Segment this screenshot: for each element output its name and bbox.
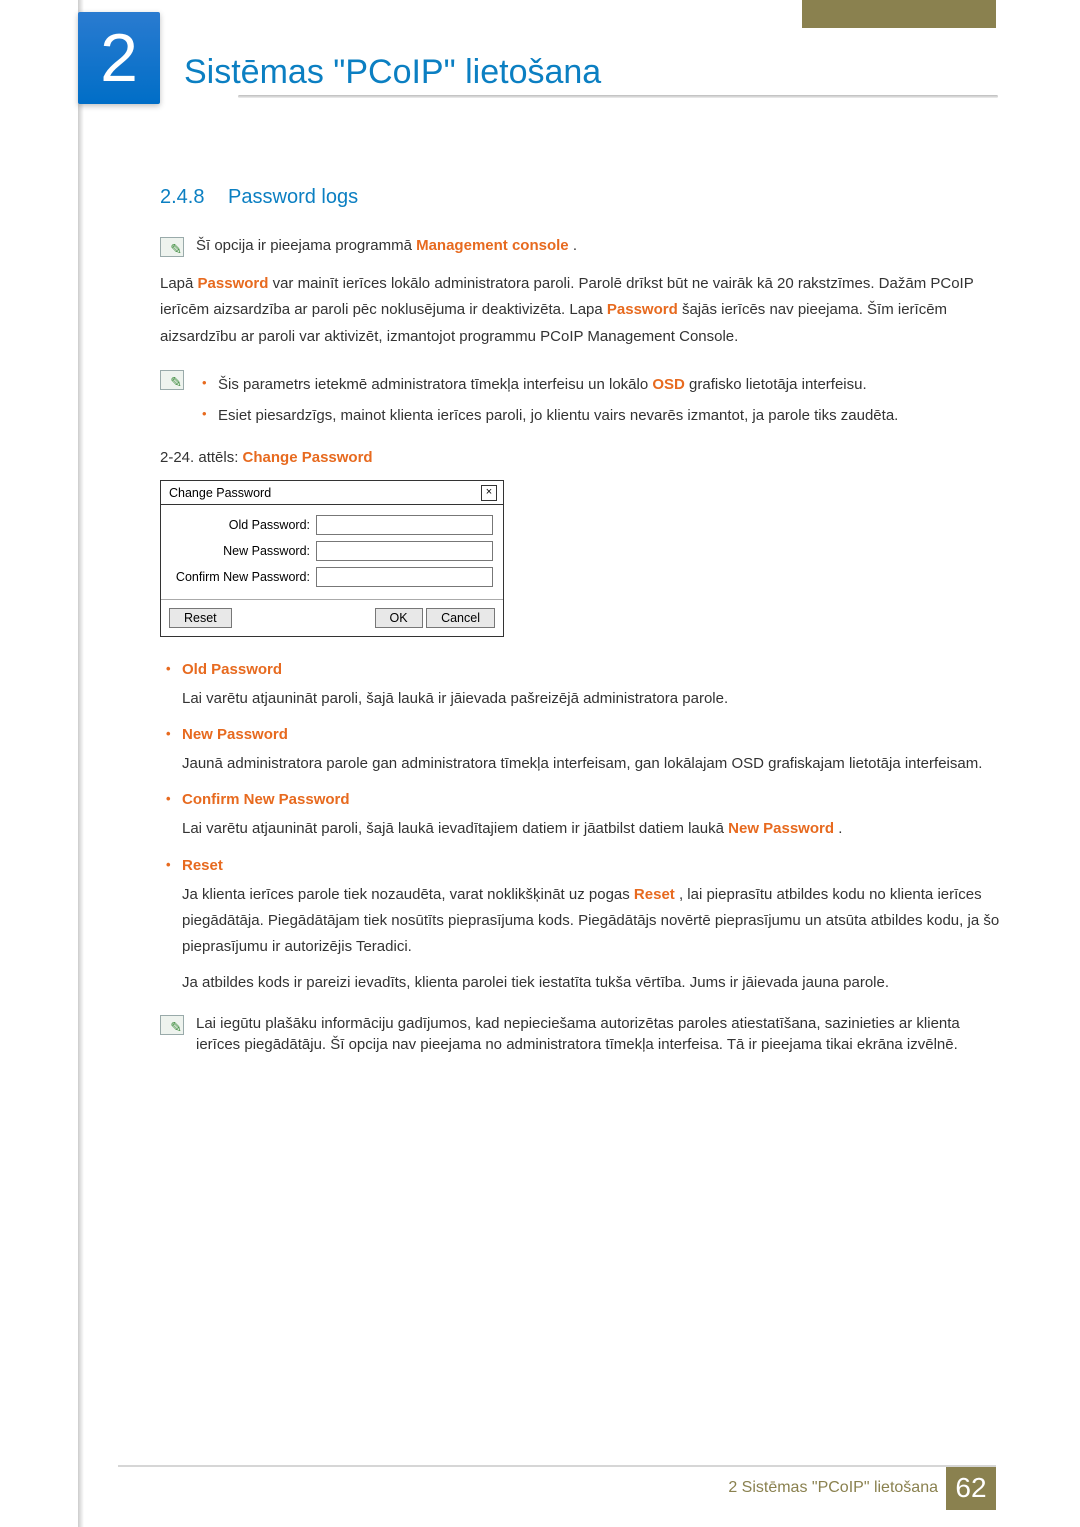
item-title: Old Password	[160, 661, 282, 678]
fig-label-a: 2-24. attēls:	[160, 449, 243, 466]
desc-c: Ja atbildes kods ir pareizi ievadīts, kl…	[182, 970, 1000, 996]
chapter-underline	[238, 95, 998, 98]
page-number-badge: 62	[946, 1466, 996, 1510]
warn-a: Šis parametrs ietekmē administratora tīm…	[218, 376, 652, 393]
left-accent	[78, 0, 88, 1527]
page-number: 62	[955, 1472, 986, 1504]
cancel-button[interactable]: Cancel	[426, 608, 495, 628]
section-heading: 2.4.8 Password logs	[160, 186, 1000, 209]
note-body: Šis parametrs ietekmē administratora tīm…	[196, 368, 1000, 435]
main-paragraph: Lapā Password var mainīt ierīces lokālo …	[160, 271, 1000, 350]
old-password-input[interactable]	[316, 515, 493, 535]
item-title: Confirm New Password	[160, 791, 350, 808]
new-password-label: New Password:	[171, 544, 316, 558]
item-title: Reset	[160, 857, 223, 874]
item-new-password: New Password Jaunā administratora parole…	[160, 726, 1000, 777]
item-title: New Password	[160, 726, 288, 743]
section-title: Password logs	[228, 186, 358, 208]
warning-item: Šis parametrs ietekmē administratora tīm…	[196, 372, 1000, 398]
field-descriptions: Old Password Lai varētu atjaunināt parol…	[160, 661, 1000, 997]
note-contact-supplier: Lai iegūtu plašāku informāciju gadījumos…	[160, 1013, 1000, 1057]
dialog-row-new: New Password:	[171, 541, 493, 561]
dialog-title: Change Password	[169, 486, 271, 500]
dialog-buttons: Reset OK Cancel	[161, 600, 503, 636]
chapter-number: 2	[100, 19, 138, 97]
password-term: Password	[198, 275, 269, 292]
confirm-password-input[interactable]	[316, 567, 493, 587]
note-text-suffix: .	[573, 237, 577, 254]
page-content: 2.4.8 Password logs Šī opcija ir pieejam…	[160, 186, 1000, 1070]
management-console-term: Management console	[416, 237, 569, 254]
reset-term: Reset	[634, 886, 675, 903]
close-icon[interactable]: ×	[481, 485, 497, 501]
figure-caption: 2-24. attēls: Change Password	[160, 449, 1000, 466]
dialog-row-confirm: Confirm New Password:	[171, 567, 493, 587]
item-desc: Jaunā administratora parole gan administ…	[160, 751, 1000, 777]
item-confirm-password: Confirm New Password Lai varētu atjaunin…	[160, 791, 1000, 842]
dialog-body: Old Password: New Password: Confirm New …	[161, 505, 503, 600]
note-icon	[160, 1015, 184, 1035]
item-desc: Ja klienta ierīces parole tiek nozaudēta…	[160, 882, 1000, 997]
confirm-password-label: Confirm New Password:	[171, 570, 316, 584]
note-text-prefix: Šī opcija ir pieejama programmā	[196, 237, 416, 254]
desc-a: Jaunā administratora parole gan administ…	[182, 755, 982, 772]
change-password-dialog: Change Password × Old Password: New Pass…	[160, 480, 504, 637]
note-icon	[160, 370, 184, 390]
chapter-number-box: 2	[78, 12, 160, 104]
desc-a: Lai varētu atjaunināt paroli, šajā laukā…	[182, 690, 728, 707]
warn-text: Esiet piesardzīgs, mainot klienta ierīce…	[218, 407, 898, 424]
warning-item: Esiet piesardzīgs, mainot klienta ierīce…	[196, 403, 1000, 429]
note-body: Lai iegūtu plašāku informāciju gadījumos…	[196, 1013, 1000, 1057]
note-icon	[160, 237, 184, 257]
ok-button[interactable]: OK	[375, 608, 423, 628]
footer-line	[118, 1465, 996, 1467]
osd-term: OSD	[652, 376, 685, 393]
note-warnings: Šis parametrs ietekmē administratora tīm…	[160, 368, 1000, 435]
password-term-2: Password	[607, 301, 678, 318]
warn-b: grafisko lietotāja interfeisu.	[689, 376, 867, 393]
reset-button[interactable]: Reset	[169, 608, 232, 628]
note-management-console: Šī opcija ir pieejama programmā Manageme…	[160, 235, 1000, 257]
item-old-password: Old Password Lai varētu atjaunināt parol…	[160, 661, 1000, 712]
desc-b: .	[838, 820, 842, 837]
old-password-label: Old Password:	[171, 518, 316, 532]
footer-text: 2 Sistēmas "PCoIP" lietošana	[728, 1479, 938, 1497]
warning-list: Šis parametrs ietekmē administratora tīm…	[196, 372, 1000, 429]
new-password-input[interactable]	[316, 541, 493, 561]
new-password-term: New Password	[728, 820, 834, 837]
item-desc: Lai varētu atjaunināt paroli, šajā laukā…	[160, 686, 1000, 712]
dialog-titlebar: Change Password ×	[161, 481, 503, 505]
desc-a: Lai varētu atjaunināt paroli, šajā laukā…	[182, 820, 728, 837]
desc-a: Ja klienta ierīces parole tiek nozaudēta…	[182, 886, 634, 903]
p-a: Lapā	[160, 275, 198, 292]
item-reset: Reset Ja klienta ierīces parole tiek noz…	[160, 857, 1000, 997]
section-number: 2.4.8	[160, 186, 204, 208]
dialog-row-old: Old Password:	[171, 515, 493, 535]
figure-name: Change Password	[243, 449, 373, 466]
page-footer: 2 Sistēmas "PCoIP" lietošana 62	[78, 1469, 996, 1507]
item-desc: Lai varētu atjaunināt paroli, šajā laukā…	[160, 816, 1000, 842]
chapter-header: 2 Sistēmas "PCoIP" lietošana	[78, 12, 998, 104]
note-body: Šī opcija ir pieejama programmā Manageme…	[196, 235, 1000, 257]
